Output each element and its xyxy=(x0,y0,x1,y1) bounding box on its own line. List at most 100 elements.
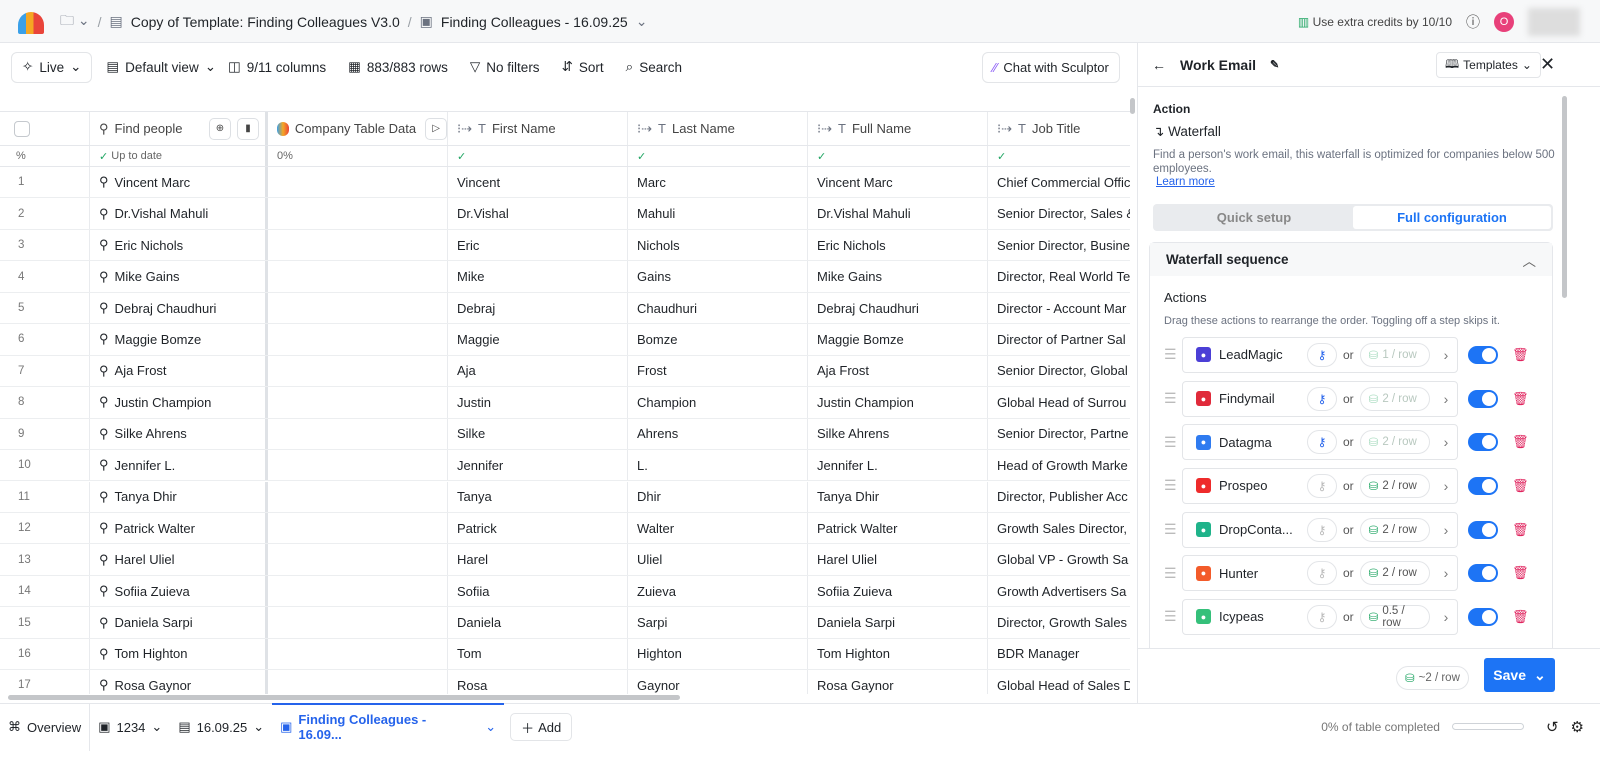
step-toggle[interactable] xyxy=(1468,520,1498,539)
add-tab-button[interactable]: ＋ Add xyxy=(510,713,573,741)
row-number[interactable]: 12 xyxy=(0,512,90,544)
job-title-cell[interactable]: Growth Advertisers Sa xyxy=(988,576,1130,606)
company-cell[interactable] xyxy=(268,607,448,638)
step-card[interactable]: ● Findymail ⚷ or ⛁ 2 / row › xyxy=(1182,380,1458,417)
database-icon[interactable]: ▮ xyxy=(237,117,259,140)
waterfall-step[interactable]: ☰ ● Findymail ⚷ or ⛁ 2 / row › 🗑 xyxy=(1164,377,1538,421)
drag-handle-icon[interactable]: ☰ xyxy=(1164,608,1182,625)
last-name-cell[interactable]: Ahrens xyxy=(628,418,808,450)
last-name-cell[interactable]: Frost xyxy=(628,355,808,387)
table-row[interactable]: 3 ⚲ Eric Nichols Eric Nichols Eric Nichols Se… xyxy=(0,229,1130,262)
step-toggle[interactable] xyxy=(1468,476,1498,495)
full-name-cell[interactable]: Silke Ahrens xyxy=(808,418,988,450)
first-name-cell[interactable]: Dr.Vishal xyxy=(448,198,628,229)
settings-icon[interactable]: ⚙ xyxy=(1571,718,1584,736)
find-people-cell[interactable]: ⚲ Mike Gains xyxy=(90,261,268,292)
drag-handle-icon[interactable]: ☰ xyxy=(1164,390,1182,407)
last-name-cell[interactable]: Sarpi xyxy=(628,607,808,638)
first-name-cell[interactable]: Maggie xyxy=(448,324,628,355)
trash-icon[interactable]: 🗑 xyxy=(1512,565,1529,581)
table-row[interactable]: 16 ⚲ Tom Highton Tom Highton Tom Highton BDR … xyxy=(0,638,1130,671)
step-toggle[interactable] xyxy=(1468,607,1498,626)
trash-icon[interactable]: 🗑 xyxy=(1512,434,1529,450)
company-cell[interactable] xyxy=(268,481,448,512)
step-card[interactable]: ● Datagma ⚷ or ⛁ 2 / row › xyxy=(1182,424,1458,461)
app-logo[interactable] xyxy=(18,12,44,34)
history-icon[interactable]: ↺ xyxy=(1546,718,1559,736)
first-name-cell[interactable]: Harel xyxy=(448,544,628,575)
panel-scrollbar[interactable] xyxy=(1562,96,1567,298)
first-name-cell[interactable]: Vincent xyxy=(448,167,628,198)
job-title-cell[interactable]: Senior Director, Partne xyxy=(988,419,1130,449)
view-selector[interactable]: ▤ Default view ⌄ xyxy=(106,59,216,75)
breadcrumb-workbook[interactable]: Copy of Template: Finding Colleagues V3.… xyxy=(131,14,400,30)
job-title-cell[interactable]: Chief Commercial Offic xyxy=(988,167,1130,197)
last-name-cell[interactable]: Uliel xyxy=(628,544,808,575)
workbook-tab[interactable]: ▣ 1234 ⌄ xyxy=(90,719,170,735)
full-name-cell[interactable]: Rosa Gaynor xyxy=(808,670,988,694)
company-cell[interactable] xyxy=(268,229,448,261)
vertical-scrollbar[interactable] xyxy=(1130,98,1135,114)
step-card[interactable]: ● DropConta... ⚷ or ⛁ 2 / row › xyxy=(1182,511,1458,548)
row-number[interactable]: 14 xyxy=(0,575,90,607)
drag-handle-icon[interactable]: ☰ xyxy=(1164,521,1182,538)
row-number[interactable]: 7 xyxy=(0,355,90,387)
live-button[interactable]: ✧ Live ⌄ xyxy=(11,51,93,83)
table-row[interactable]: 17 ⚲ Rosa Gaynor Rosa Gaynor Rosa Gaynor Glob… xyxy=(0,670,1130,694)
company-cell[interactable] xyxy=(268,544,448,575)
last-name-cell[interactable]: Zuieva xyxy=(628,575,808,607)
company-cell[interactable] xyxy=(268,324,448,355)
first-name-cell[interactable]: Tom xyxy=(448,638,628,670)
table-row[interactable]: 6 ⚲ Maggie Bomze Maggie Bomze Maggie Bomze Di… xyxy=(0,324,1130,356)
table-row[interactable]: 8 ⚲ Justin Champion Justin Champion Justin C… xyxy=(0,387,1130,419)
tab-full-configuration[interactable]: Full configuration xyxy=(1353,206,1551,229)
find-people-cell[interactable]: ⚲ Patrick Walter xyxy=(90,512,268,544)
table-row[interactable]: 14 ⚲ Sofiia Zuieva Sofiia Zuieva Sofiia Zuie… xyxy=(0,575,1130,608)
api-key-icon[interactable]: ⚷ xyxy=(1307,604,1337,629)
templates-button[interactable]: 🕮 Templates ⌄ xyxy=(1436,52,1541,78)
filters-button[interactable]: ▽ No filters xyxy=(470,59,540,75)
add-source-icon[interactable]: ⊕ xyxy=(209,117,231,140)
step-card[interactable]: ● Hunter ⚷ or ⛁ 2 / row › xyxy=(1182,555,1458,592)
first-name-cell[interactable]: Tanya xyxy=(448,481,628,512)
credit-cost-badge[interactable]: ⛁ 1 / row xyxy=(1359,342,1430,367)
run-icon[interactable]: ▷ xyxy=(425,117,447,140)
last-name-cell[interactable]: L. xyxy=(628,450,808,481)
row-number[interactable]: 6 xyxy=(0,324,90,355)
job-title-cell[interactable]: Head of Growth Marke xyxy=(988,450,1130,480)
drag-handle-icon[interactable]: ☰ xyxy=(1164,565,1182,582)
trash-icon[interactable]: 🗑 xyxy=(1512,522,1529,538)
table-row[interactable]: 2 ⚲ Dr.Vishal Mahuli Dr.Vishal Mahuli Dr.Vis… xyxy=(0,198,1130,230)
find-people-cell[interactable]: ⚲ Rosa Gaynor xyxy=(90,670,268,694)
first-name-cell[interactable]: Jennifer xyxy=(448,450,628,481)
trash-icon[interactable]: 🗑 xyxy=(1512,391,1529,407)
full-name-cell[interactable]: Harel Uliel xyxy=(808,544,988,575)
first-name-cell[interactable]: Mike xyxy=(448,261,628,292)
job-title-cell[interactable]: Senior Director, Global xyxy=(988,356,1130,386)
full-name-cell[interactable]: Mike Gains xyxy=(808,261,988,292)
last-name-cell[interactable]: Walter xyxy=(628,512,808,544)
job-title-cell[interactable]: BDR Manager xyxy=(988,639,1130,669)
chevron-right-icon[interactable]: › xyxy=(1444,478,1449,494)
api-key-icon[interactable]: ⚷ xyxy=(1307,430,1337,455)
company-cell[interactable] xyxy=(268,450,448,481)
find-people-cell[interactable]: ⚲ Silke Ahrens xyxy=(90,418,268,450)
table-row[interactable]: 7 ⚲ Aja Frost Aja Frost Aja Frost Senior Dire… xyxy=(0,355,1130,388)
company-cell[interactable] xyxy=(268,355,448,387)
company-cell[interactable] xyxy=(268,418,448,450)
chevron-down-icon[interactable]: ⌄ xyxy=(636,13,648,30)
full-name-cell[interactable]: Patrick Walter xyxy=(808,512,988,544)
company-cell[interactable] xyxy=(268,670,448,694)
api-key-icon[interactable]: ⚷ xyxy=(1307,342,1337,367)
column-header-full-name[interactable]: ⁝⇢ T Full Name xyxy=(808,112,988,145)
find-people-cell[interactable]: ⚲ Daniela Sarpi xyxy=(90,607,268,638)
find-people-cell[interactable]: ⚲ Tanya Dhir xyxy=(90,481,268,512)
full-name-cell[interactable]: Vincent Marc xyxy=(808,167,988,198)
column-header-last-name[interactable]: ⁝⇢ T Last Name xyxy=(628,112,808,145)
last-name-cell[interactable]: Dhir xyxy=(628,481,808,512)
company-cell[interactable] xyxy=(268,292,448,324)
chevron-right-icon[interactable]: › xyxy=(1444,522,1449,538)
credit-cost-badge[interactable]: ⛁ 2 / row xyxy=(1359,386,1430,411)
find-people-cell[interactable]: ⚲ Maggie Bomze xyxy=(90,324,268,355)
full-name-cell[interactable]: Tanya Dhir xyxy=(808,481,988,512)
